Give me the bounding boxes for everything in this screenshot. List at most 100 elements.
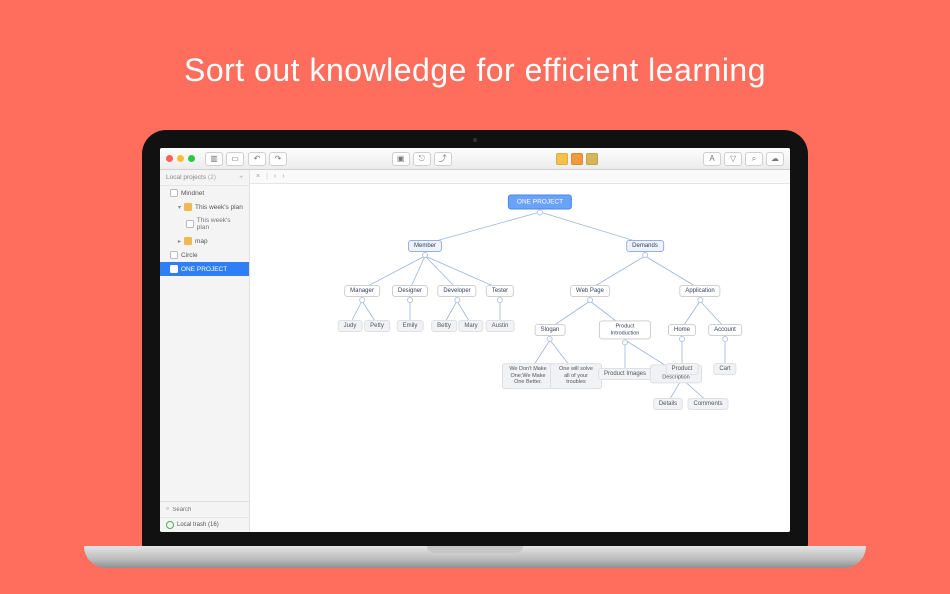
mindmap-node-developer[interactable]: Developer [437,285,476,297]
close-icon[interactable] [166,155,173,162]
attach-button[interactable]: ⎋ [413,152,431,166]
document-bar: × | ‹ › [250,170,790,184]
folder-icon [184,203,192,211]
mindmap-node-application[interactable]: Application [679,285,720,297]
mindmap-node-comments[interactable]: Comments [687,398,728,410]
node-handle-icon[interactable] [359,297,365,303]
mindmap-canvas[interactable]: ONE PROJECT Member Demands Manager Designer D… [250,184,790,532]
app-screen: ▥ ▭ ↶ ↷ ▣ ⎋ ⤴ [160,148,790,532]
undo-button[interactable]: ↶ [248,152,266,166]
sidebar-item-label: Mindnet [181,190,204,197]
search-input[interactable] [172,507,250,513]
sidebar-item-mindnet[interactable]: Mindnet [160,186,249,200]
mindmap-node-pimg[interactable]: Product Images [598,368,652,380]
mindmap-node-home[interactable]: Home [668,324,696,336]
mindmap-node-judy[interactable]: Judy [338,320,363,332]
mindmap-node-austin[interactable]: Austin [486,320,515,332]
doc-icon [170,251,178,259]
filter-button[interactable]: ▽ [724,152,742,166]
doc-close-button[interactable]: × [256,173,260,180]
camera-icon [473,138,477,142]
mindmap-node-designer[interactable]: Designer [392,285,428,297]
mindmap-node-solve[interactable]: One will solve all of your troubles [550,363,602,389]
mindmap-node-wdm[interactable]: We Don't Make One;We Make One Better. [502,363,554,389]
mindmap-node-webpage[interactable]: Web Page [570,285,610,297]
node-handle-icon[interactable] [722,336,728,342]
mindmap-node-cart[interactable]: Cart [713,363,736,375]
share-button[interactable]: ⤴ [434,152,452,166]
folder-icon [184,237,192,245]
mindmap-node-betty[interactable]: Betty [431,320,457,332]
mindmap-node-root[interactable]: ONE PROJECT [508,195,572,210]
mindmap-node-tester[interactable]: Tester [486,285,514,297]
sidebar-list: Mindnet ▾ This week's plan This week's p… [160,186,249,501]
insert-image-button[interactable]: ▣ [392,152,410,166]
node-handle-icon[interactable] [697,297,703,303]
mindmap-node-emily[interactable]: Emily [397,320,424,332]
mindmap-node-account[interactable]: Account [708,324,742,336]
find-button[interactable]: ⌕ [745,152,763,166]
minimize-icon[interactable] [177,155,184,162]
font-button[interactable]: A [703,152,721,166]
trash-row[interactable]: Local trash (16) [160,518,249,532]
cloud-button[interactable]: ☁ [766,152,784,166]
nav-back-button[interactable]: ‹ [274,173,276,180]
mindmap-node-mary[interactable]: Mary [458,320,483,332]
sidebar-item-map[interactable]: ▸ map [160,234,249,248]
sidebar-item-label: This week's plan [195,204,243,211]
node-handle-icon[interactable] [587,297,593,303]
mindmap-node-member[interactable]: Member [408,240,442,252]
doc-icon [186,220,194,228]
doc-icon [170,189,178,197]
sidebar-add-button[interactable]: + [239,174,243,181]
sidebar-item-this-weeks-plan[interactable]: ▾ This week's plan [160,200,249,214]
sidebar-search[interactable]: ⌕ ⦿ [160,502,249,518]
laptop-mock: ▥ ▭ ↶ ↷ ▣ ⎋ ⤴ [142,130,808,584]
mindmap-node-details[interactable]: Details [653,398,683,410]
node-handle-icon[interactable] [497,297,503,303]
node-handle-icon[interactable] [679,336,685,342]
mindmap-node-demands[interactable]: Demands [626,240,664,252]
node-handle-icon[interactable] [537,210,543,216]
window-controls [166,155,195,162]
mindmap-node-product[interactable]: Product [666,363,699,375]
mindmap-node-prodintro[interactable]: Product Introduction [599,320,651,339]
sidebar-item-circle[interactable]: Circle [160,248,249,262]
search-icon: ⌕ [166,506,169,513]
sidebar-item-label: ONE PROJECT [181,266,227,273]
new-doc-button[interactable]: ▭ [226,152,244,166]
doc-icon [170,265,178,273]
node-handle-icon[interactable] [642,252,648,258]
node-handle-icon[interactable] [422,252,428,258]
mindmap-node-slogan[interactable]: Slogan [535,324,566,336]
zoom-icon[interactable] [188,155,195,162]
sidebar-item-label: map [195,238,208,245]
laptop-notch [427,546,523,553]
redo-button[interactable]: ↷ [269,152,287,166]
node-handle-icon[interactable] [547,336,553,342]
nav-forward-button[interactable]: › [282,173,284,180]
mindmap-node-petty[interactable]: Petty [364,320,390,332]
node-handle-icon[interactable] [407,297,413,303]
tag-yellow[interactable] [556,153,568,165]
app-toolbar: ▥ ▭ ↶ ↷ ▣ ⎋ ⤴ [160,148,790,170]
sidebar-item-label: This week's plan [197,217,243,231]
sidebar-item-this-weeks-plan-doc[interactable]: This week's plan [160,214,249,234]
sidebar-item-label: Circle [181,252,198,259]
chevron-down-icon: ▾ [178,204,181,211]
laptop-base [84,546,866,568]
sidebar-item-one-project[interactable]: ONE PROJECT [160,262,249,276]
page-headline: Sort out knowledge for efficient learnin… [0,0,950,89]
tag-orange[interactable] [571,153,583,165]
sidebar-title: Local projects [166,174,206,181]
mindmap-node-manager[interactable]: Manager [344,285,380,297]
tag-gold[interactable] [586,153,598,165]
toggle-sidebar-button[interactable]: ▥ [205,152,223,166]
sidebar-header: Local projects (2) + [160,170,249,186]
node-handle-icon[interactable] [622,340,628,346]
sidebar: Local projects (2) + Mindnet ▾ [160,170,250,532]
chevron-right-icon: ▸ [178,238,181,245]
node-handle-icon[interactable] [454,297,460,303]
sidebar-count: (2) [208,174,216,181]
trash-label: Local trash (16) [177,522,219,528]
